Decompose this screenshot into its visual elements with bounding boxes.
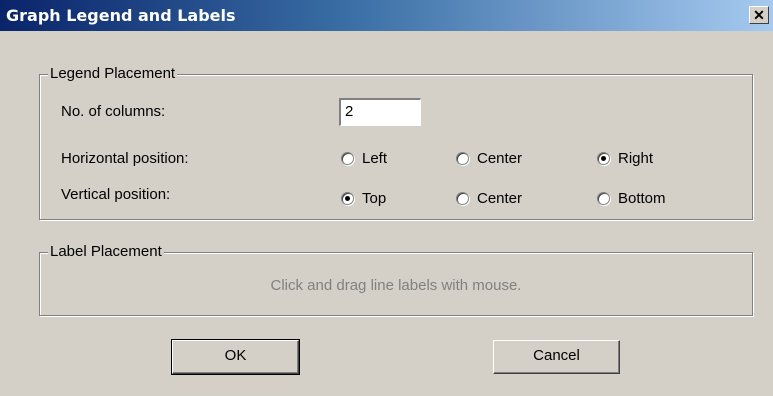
vertical-position-label: Vertical position:	[61, 186, 171, 203]
horizontal-right-label: Right	[618, 150, 654, 167]
legend-placement-title: Legend Placement	[48, 65, 178, 82]
vertical-center-label: Center	[477, 190, 523, 207]
ok-button[interactable]: OK	[171, 339, 300, 375]
label-placement-title: Label Placement	[48, 243, 164, 260]
horizontal-position-label: Horizontal position:	[61, 150, 189, 167]
radio-checked-icon	[341, 192, 354, 205]
radio-icon	[597, 192, 610, 205]
radio-checked-icon	[597, 152, 610, 165]
vertical-center-radio[interactable]: Center	[456, 190, 522, 207]
label-placement-group: Label Placement Click and drag line labe…	[39, 243, 753, 316]
vertical-bottom-radio[interactable]: Bottom	[597, 190, 666, 207]
cancel-button[interactable]: Cancel	[493, 340, 620, 374]
vertical-bottom-label: Bottom	[618, 190, 666, 207]
window-title: Graph Legend and Labels	[6, 6, 236, 25]
columns-input[interactable]: 2	[339, 98, 421, 126]
radio-icon	[456, 192, 469, 205]
vertical-top-label: Top	[362, 190, 387, 207]
radio-icon	[456, 152, 469, 165]
columns-label: No. of columns:	[61, 103, 166, 120]
radio-icon	[341, 152, 354, 165]
horizontal-center-radio[interactable]: Center	[456, 150, 522, 167]
label-placement-hint: Click and drag line labels with mouse.	[270, 277, 522, 294]
horizontal-center-label: Center	[477, 150, 523, 167]
horizontal-left-label: Left	[362, 150, 388, 167]
vertical-top-radio[interactable]: Top	[341, 190, 386, 207]
close-button[interactable]: ✕	[749, 6, 769, 24]
horizontal-left-radio[interactable]: Left	[341, 150, 387, 167]
close-icon: ✕	[753, 7, 765, 23]
horizontal-right-radio[interactable]: Right	[597, 150, 653, 167]
title-bar[interactable]: Graph Legend and Labels ✕	[0, 0, 773, 31]
